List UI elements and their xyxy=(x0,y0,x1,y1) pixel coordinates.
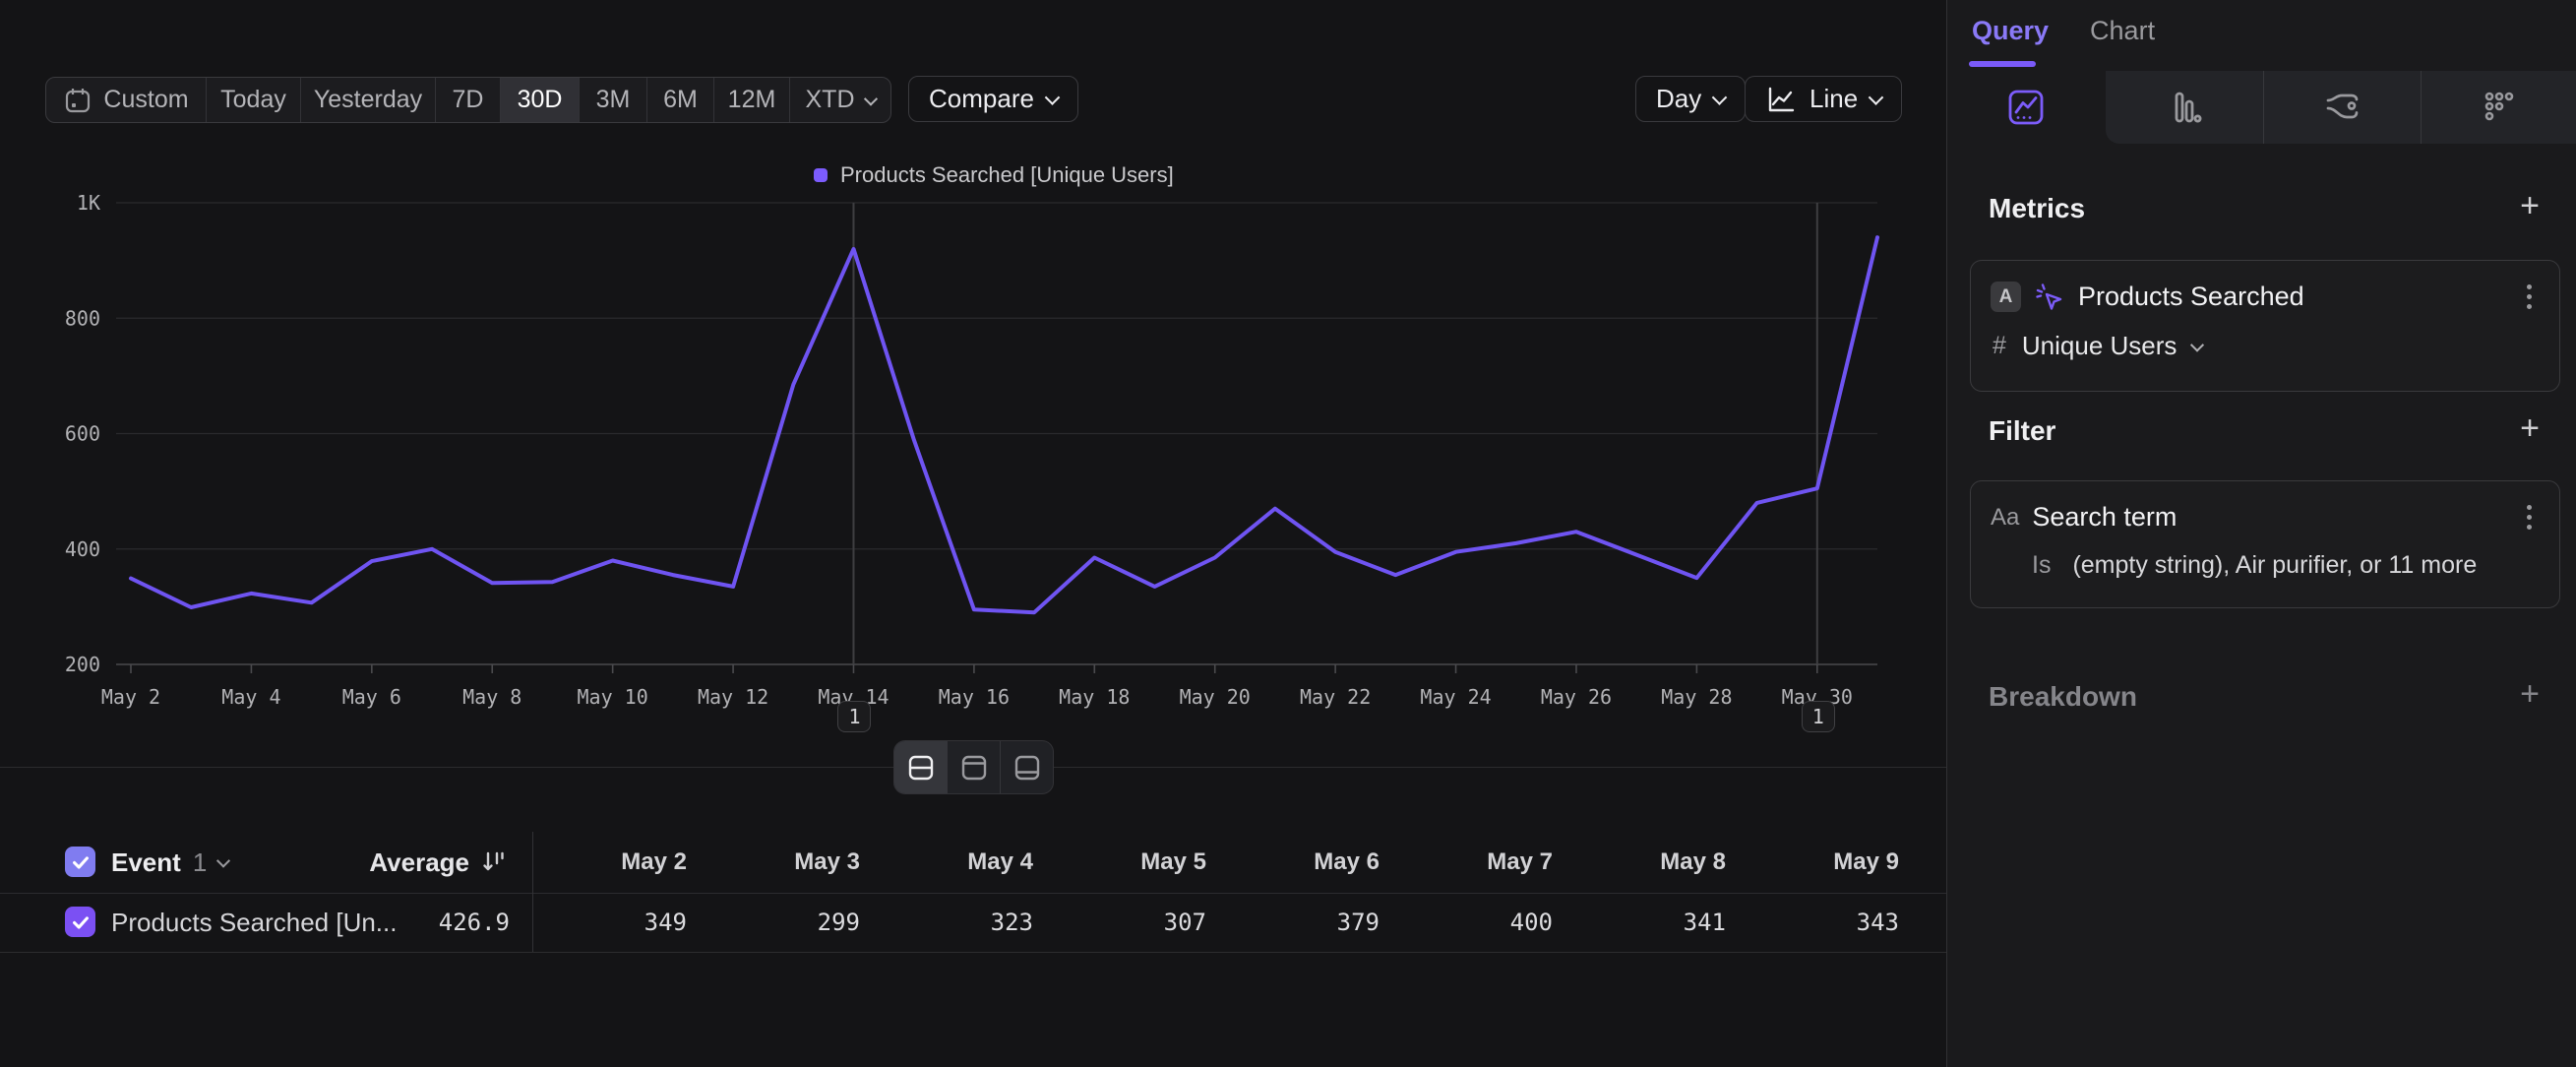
table-cell: 400 xyxy=(1393,893,1566,952)
text-type-icon: Aa xyxy=(1991,504,2019,532)
footer-bottom-icon xyxy=(1013,754,1041,782)
add-metric-button[interactable]: + xyxy=(2513,189,2546,222)
y-tick-label: 400 xyxy=(65,537,100,561)
layout-top-button[interactable] xyxy=(948,741,1001,793)
header-top-icon xyxy=(960,754,988,782)
event-cursor-icon xyxy=(2034,282,2065,313)
table-cell: 349 xyxy=(527,893,701,952)
kebab-icon[interactable] xyxy=(2523,281,2536,313)
x-tick-label: May 16 xyxy=(939,685,1010,709)
table-row[interactable]: Products Searched [Un... 426.9 349299323… xyxy=(0,893,1946,953)
annotation-badge[interactable]: 1 xyxy=(1802,701,1835,732)
metric-name[interactable]: Products Searched xyxy=(2078,282,2304,312)
layout-bottom-button[interactable] xyxy=(1001,741,1053,793)
x-tick-label: May 20 xyxy=(1180,685,1251,709)
tab-query[interactable]: Query xyxy=(1972,16,2049,46)
metrics-heading: Metrics xyxy=(1989,193,2085,224)
event-checkbox[interactable] xyxy=(65,847,95,877)
y-tick-label: 200 xyxy=(65,653,100,676)
tab-funnels-bar[interactable] xyxy=(2106,71,2263,144)
x-tick-label: May 28 xyxy=(1661,685,1732,709)
chevron-down-icon xyxy=(2190,338,2204,351)
x-tick-label: May 8 xyxy=(462,685,521,709)
layout-switcher xyxy=(893,740,1054,794)
table-cell: 341 xyxy=(1566,893,1740,952)
x-tick-label: May 26 xyxy=(1541,685,1612,709)
sort-desc-icon[interactable] xyxy=(481,849,507,875)
retention-icon xyxy=(2479,87,2520,128)
aggregation-symbol: # xyxy=(1993,332,2006,360)
table-cell: 323 xyxy=(874,893,1047,952)
tab-insights[interactable] xyxy=(1947,71,2105,144)
line-chart-svg: 200 400 600 800 1K May 2 May 4 May 6 May 8 May 10… xyxy=(0,0,1946,768)
breakdown-heading: Breakdown xyxy=(1989,681,2137,713)
query-panel: Query Chart xyxy=(1946,0,2576,1067)
panel-tabs: Query Chart xyxy=(1972,16,2155,46)
table-header-row: Event 1 Average May 2May 3May 4May 5May … xyxy=(0,832,1946,894)
table-cell: 299 xyxy=(701,893,874,952)
chart-type-strip xyxy=(1947,71,2576,144)
series-line[interactable] xyxy=(131,237,1877,612)
add-breakdown-button[interactable]: + xyxy=(2513,677,2546,711)
table-cell: 343 xyxy=(1740,893,1913,952)
tab-retention[interactable] xyxy=(2421,71,2576,144)
table-column-header[interactable]: May 5 xyxy=(1047,832,1220,893)
chevron-down-icon xyxy=(216,854,230,868)
table-column-header[interactable]: May 3 xyxy=(701,832,874,893)
x-tick-label: May 4 xyxy=(221,685,280,709)
checkbox-check-icon xyxy=(70,911,92,933)
x-tick-label: May 22 xyxy=(1300,685,1371,709)
table-column-header[interactable]: May 8 xyxy=(1566,832,1740,893)
filter-heading: Filter xyxy=(1989,415,2055,447)
line-chart[interactable]: 200 400 600 800 1K May 2 May 4 May 6 May 8 May 10… xyxy=(0,0,1946,768)
table-column-divider xyxy=(532,832,533,952)
x-tick-label: May 2 xyxy=(101,685,160,709)
flows-icon xyxy=(2321,87,2362,128)
table-cell: 307 xyxy=(1047,893,1220,952)
x-tick-label: May 6 xyxy=(342,685,401,709)
bar-chart-icon xyxy=(2165,88,2204,127)
annotation-badge[interactable]: 1 xyxy=(837,701,871,732)
event-selector[interactable]: Event 1 xyxy=(111,832,228,893)
x-tick-label: May 12 xyxy=(698,685,768,709)
add-filter-button[interactable]: + xyxy=(2513,411,2546,445)
y-tick-label: 600 xyxy=(65,422,100,446)
aggregation-selector[interactable]: Unique Users xyxy=(2022,331,2177,361)
analytics-app: Custom Today Yesterday 7D 30D 3M 6M 12M … xyxy=(0,0,2576,1067)
metric-letter-badge: A xyxy=(1991,282,2021,312)
metric-card[interactable]: A Products Searched # Unique Users xyxy=(1970,260,2560,392)
table-column-header[interactable]: May 2 xyxy=(527,832,701,893)
average-header[interactable]: Average xyxy=(295,832,507,893)
checkbox-check-icon xyxy=(70,851,92,873)
table-column-header[interactable]: May 7 xyxy=(1393,832,1566,893)
row-checkbox[interactable] xyxy=(65,907,95,937)
x-tick-label: May 18 xyxy=(1059,685,1130,709)
tab-flows[interactable] xyxy=(2263,71,2421,144)
table-column-header[interactable]: May 9 xyxy=(1740,832,1913,893)
filter-card[interactable]: Aa Search term Is (empty string), Air pu… xyxy=(1970,480,2560,608)
table-column-header[interactable]: May 6 xyxy=(1220,832,1393,893)
x-tick-label: May 24 xyxy=(1420,685,1491,709)
layout-split-button[interactable] xyxy=(894,741,948,793)
split-horizontal-icon xyxy=(907,754,935,782)
filter-property-name[interactable]: Search term xyxy=(2032,502,2177,533)
table-column-header[interactable]: May 4 xyxy=(874,832,1047,893)
kebab-icon[interactable] xyxy=(2523,501,2536,534)
row-average-value: 426.9 xyxy=(295,893,510,952)
x-tick-label: May 10 xyxy=(578,685,648,709)
filter-value[interactable]: (empty string), Air purifier, or 11 more xyxy=(2072,551,2477,580)
insights-icon xyxy=(2005,87,2047,128)
date-column-values: 349299323307379400341343 xyxy=(527,893,1913,952)
date-column-headers: May 2May 3May 4May 5May 6May 7May 8May 9 xyxy=(527,832,1913,893)
y-tick-label: 800 xyxy=(65,306,100,330)
y-tick-label: 1K xyxy=(77,191,100,215)
tab-chart[interactable]: Chart xyxy=(2090,16,2155,46)
table-cell: 379 xyxy=(1220,893,1393,952)
active-tab-underline xyxy=(1969,61,2036,67)
filter-operator[interactable]: Is xyxy=(2032,551,2051,580)
